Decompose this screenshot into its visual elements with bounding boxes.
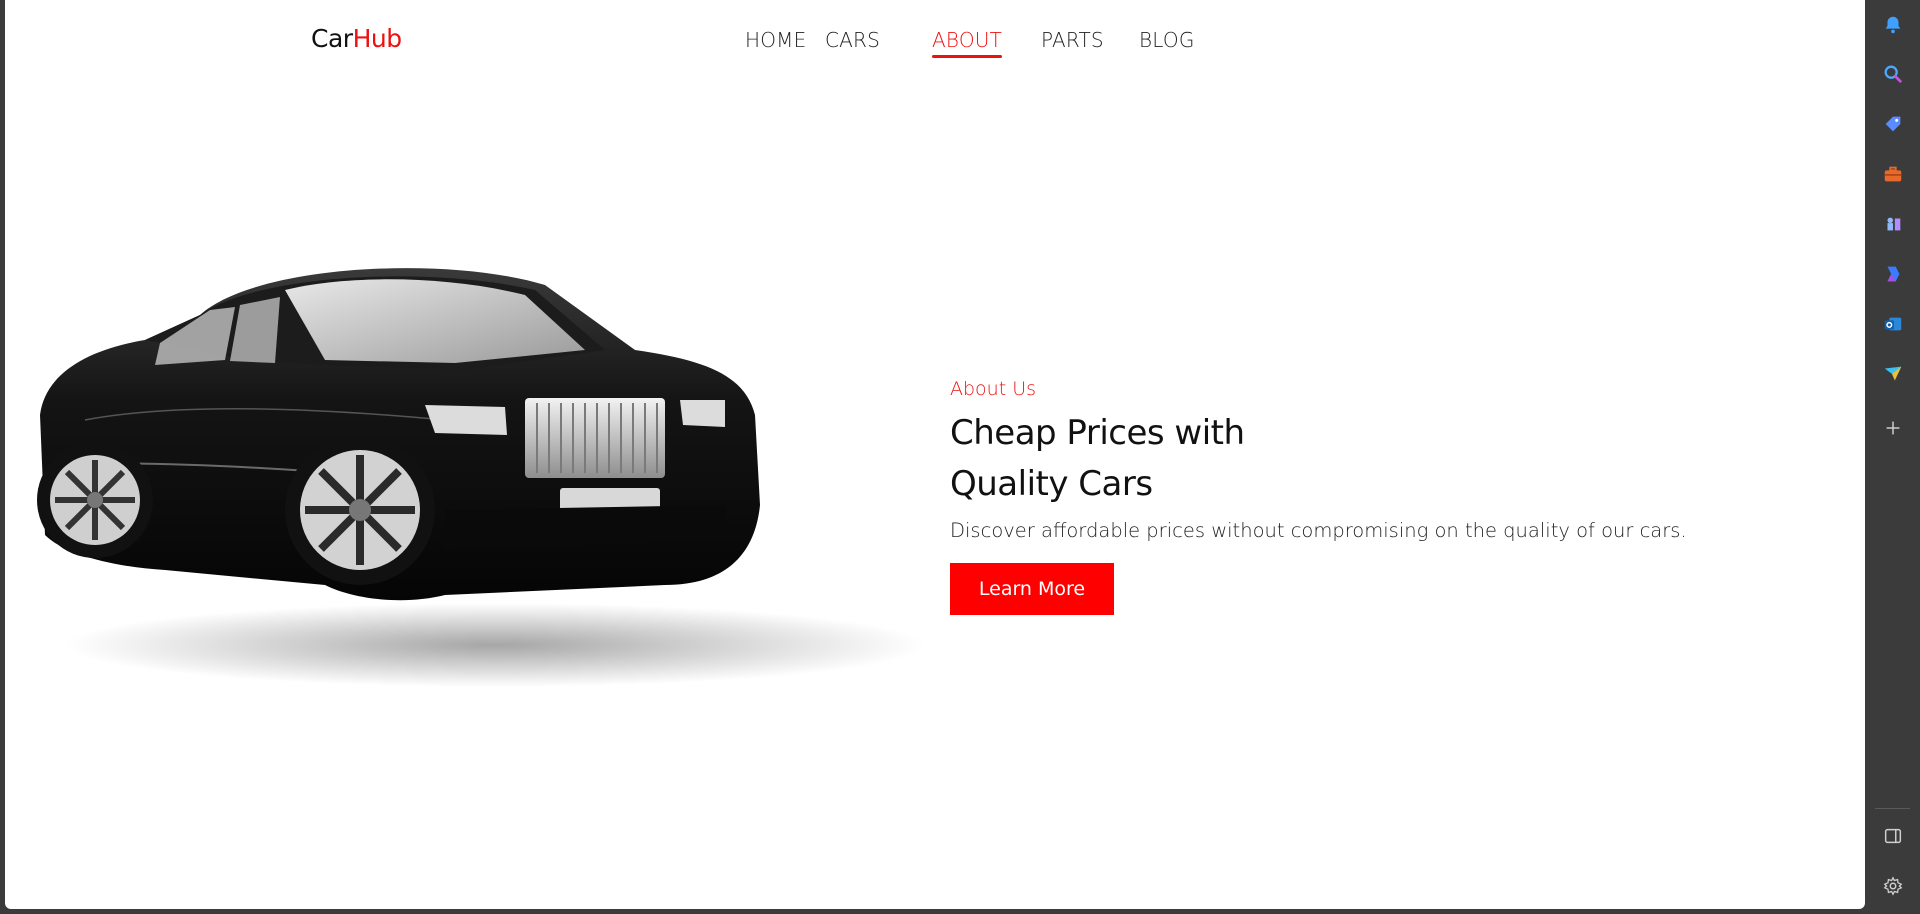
browser-sidebar	[1865, 0, 1920, 914]
settings-icon[interactable]	[1865, 868, 1920, 904]
briefcase-icon[interactable]	[1865, 156, 1920, 192]
logo-text-hub: Hub	[352, 24, 403, 53]
brand-logo[interactable]: CarHub	[311, 24, 402, 53]
about-title: Cheap Prices with Quality Cars	[950, 408, 1350, 510]
search-icon[interactable]	[1865, 56, 1920, 92]
outlook-icon[interactable]	[1865, 306, 1920, 342]
tag-icon[interactable]	[1865, 106, 1920, 142]
learn-more-button[interactable]: Learn More	[950, 563, 1114, 615]
bell-icon[interactable]	[1865, 7, 1920, 43]
sidebar-divider	[1875, 808, 1910, 809]
nav-about[interactable]: ABOUT	[932, 28, 1003, 58]
send-icon[interactable]	[1865, 356, 1920, 392]
about-title-line2: Quality Cars	[950, 464, 1153, 504]
copilot-icon[interactable]	[1865, 256, 1920, 292]
logo-text-car: Car	[311, 24, 353, 53]
add-icon[interactable]	[1865, 410, 1920, 446]
chess-icon[interactable]	[1865, 206, 1920, 242]
about-kicker: About Us	[950, 378, 1037, 400]
split-view-icon[interactable]	[1865, 818, 1920, 854]
nav-blog[interactable]: BLOG	[1139, 28, 1195, 52]
nav-cars[interactable]: CARS	[825, 28, 880, 52]
nav-parts[interactable]: PARTS	[1041, 28, 1104, 52]
page-viewport: CarHub HOME CARS ABOUT PARTS BLOG About …	[5, 0, 1865, 909]
nav-home[interactable]: HOME	[745, 28, 806, 52]
car-illustration	[37, 268, 925, 687]
about-description: Discover affordable prices without compr…	[950, 519, 1687, 542]
about-title-line1: Cheap Prices with	[950, 413, 1245, 453]
hero-car-image	[25, 255, 930, 705]
